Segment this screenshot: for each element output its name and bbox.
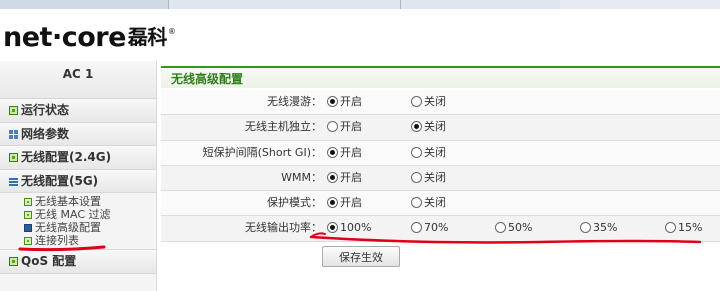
protection-on-option[interactable]: 开启 bbox=[327, 191, 362, 215]
radio-button[interactable] bbox=[665, 222, 676, 234]
sidebar-title: AC 1 bbox=[0, 61, 156, 99]
tx-power-70-option[interactable]: 70% bbox=[411, 216, 448, 240]
radio-button[interactable] bbox=[327, 222, 338, 234]
radio-button[interactable] bbox=[411, 197, 422, 209]
radio-button[interactable] bbox=[327, 171, 338, 183]
option-label: 开启 bbox=[340, 170, 362, 184]
main-panel: 无线高级配置 无线漫游： 开启 关闭 无线主机独立： 开启 关闭 短保护间隔(S… bbox=[161, 66, 720, 291]
panel-title: 无线高级配置 bbox=[161, 66, 720, 88]
short-gi-off-option[interactable]: 关闭 bbox=[411, 141, 446, 165]
netcore-logo: net·core 磊科® bbox=[3, 22, 176, 59]
header: net·core 磊科® bbox=[0, 9, 720, 61]
radio-button[interactable] bbox=[327, 197, 338, 209]
radio-button[interactable] bbox=[411, 96, 422, 107]
roaming-off-option[interactable]: 关闭 bbox=[411, 90, 446, 114]
sidebar-subitem-basic[interactable]: 无线基本设置 bbox=[0, 195, 156, 208]
radio-button[interactable] bbox=[495, 222, 506, 234]
option-label: 100% bbox=[340, 221, 372, 235]
green-square-icon bbox=[9, 153, 18, 162]
sidebar-item-label: QoS 配置 bbox=[21, 254, 77, 268]
option-label: 开启 bbox=[340, 95, 362, 108]
option-label: 关闭 bbox=[424, 95, 446, 108]
radio-button[interactable] bbox=[411, 171, 422, 183]
short-gi-on-option[interactable]: 开启 bbox=[327, 141, 362, 165]
option-label: 开启 bbox=[340, 196, 362, 210]
radio-button[interactable] bbox=[411, 222, 422, 234]
radio-button[interactable] bbox=[327, 121, 338, 133]
setting-label: 无线输出功率： bbox=[245, 221, 322, 235]
setting-row-tx-power: 无线输出功率： 100% 70% 50% 35% 15% bbox=[161, 216, 720, 242]
tx-power-15-option[interactable]: 15% bbox=[665, 216, 702, 240]
setting-row-ap-isolation: 无线主机独立： 开启 关闭 bbox=[161, 115, 720, 141]
roaming-on-option[interactable]: 开启 bbox=[327, 90, 362, 114]
active-square-icon bbox=[24, 224, 32, 232]
radio-button[interactable] bbox=[580, 222, 591, 234]
option-label: 开启 bbox=[340, 145, 362, 159]
sidebar-item-label: 无线配置(5G) bbox=[21, 173, 99, 188]
green-square-icon bbox=[24, 211, 32, 219]
sidebar-item-wireless-24g[interactable]: 无线配置(2.4G) bbox=[0, 146, 156, 170]
button-row: 保存生效 bbox=[161, 244, 720, 269]
radio-button[interactable] bbox=[327, 146, 338, 158]
option-label: 关闭 bbox=[424, 120, 446, 134]
sidebar-submenu: 无线基本设置 无线 MAC 过滤 无线高级配置 连接列表 bbox=[0, 193, 156, 250]
sidebar-item-label: 无线配置(2.4G) bbox=[21, 150, 112, 164]
setting-label: 短保护间隔(Short GI)： bbox=[202, 145, 322, 159]
option-label: 50% bbox=[508, 221, 533, 235]
radio-button[interactable] bbox=[327, 96, 338, 107]
wmm-on-option[interactable]: 开启 bbox=[327, 166, 362, 190]
grid-icon bbox=[9, 129, 18, 139]
sidebar-subitem-mac-filter[interactable]: 无线 MAC 过滤 bbox=[0, 208, 156, 221]
sidebar-item-label: 网络参数 bbox=[21, 126, 70, 141]
sidebar-item-status[interactable]: 运行状态 bbox=[0, 99, 156, 123]
logo-cn: 磊科 bbox=[127, 25, 168, 49]
sidebar-subitem-advanced[interactable]: 无线高级配置 bbox=[0, 221, 156, 234]
logo-text: net·core bbox=[3, 22, 126, 53]
top-strip bbox=[0, 0, 720, 9]
tx-power-50-option[interactable]: 50% bbox=[495, 216, 532, 240]
setting-row-protection: 保护模式： 开启 关闭 bbox=[161, 191, 720, 217]
setting-row-short-gi: 短保护间隔(Short GI)： 开启 关闭 bbox=[161, 140, 720, 166]
isolation-on-option[interactable]: 开启 bbox=[327, 115, 362, 139]
advanced-settings-form: 无线漫游： 开启 关闭 无线主机独立： 开启 关闭 短保护间隔(Short GI… bbox=[161, 90, 720, 242]
sidebar-subitem-connections[interactable]: 连接列表 bbox=[0, 234, 156, 247]
setting-label: 保护模式： bbox=[267, 196, 322, 210]
setting-label: 无线主机独立： bbox=[245, 120, 322, 134]
option-label: 开启 bbox=[340, 120, 362, 134]
tx-power-100-option[interactable]: 100% bbox=[327, 216, 371, 240]
wmm-off-option[interactable]: 关闭 bbox=[411, 166, 446, 190]
option-label: 关闭 bbox=[424, 170, 446, 184]
option-label: 70% bbox=[424, 221, 449, 235]
sidebar-item-label: 运行状态 bbox=[21, 103, 70, 117]
setting-row-wmm: WMM： 开启 关闭 bbox=[161, 165, 720, 192]
sidebar-subitem-label: 无线基本设置 bbox=[35, 195, 101, 208]
logo-registered-mark: ® bbox=[167, 27, 176, 36]
green-square-icon bbox=[24, 198, 32, 206]
sidebar-item-network[interactable]: 网络参数 bbox=[0, 122, 156, 146]
option-label: 15% bbox=[678, 221, 703, 235]
green-square-icon bbox=[9, 257, 18, 266]
sidebar: AC 1 运行状态 网络参数 无线配置(2.4G) 无线配置(5G) 无线基本设… bbox=[0, 61, 157, 291]
green-square-icon bbox=[24, 237, 32, 245]
sidebar-item-qos[interactable]: QoS 配置 bbox=[0, 250, 156, 274]
option-label: 关闭 bbox=[424, 196, 446, 210]
save-apply-button[interactable]: 保存生效 bbox=[322, 246, 400, 267]
tx-power-35-option[interactable]: 35% bbox=[580, 216, 617, 240]
radio-button[interactable] bbox=[411, 146, 422, 158]
setting-label: 无线漫游： bbox=[267, 95, 322, 108]
radio-button[interactable] bbox=[411, 121, 422, 133]
sidebar-subitem-label: 无线 MAC 过滤 bbox=[35, 208, 111, 221]
green-square-icon bbox=[9, 106, 18, 115]
sidebar-item-wireless-5g[interactable]: 无线配置(5G) bbox=[0, 169, 156, 193]
protection-off-option[interactable]: 关闭 bbox=[411, 191, 446, 215]
lines-icon bbox=[9, 176, 18, 186]
setting-row-roaming: 无线漫游： 开启 关闭 bbox=[161, 90, 720, 116]
option-label: 35% bbox=[593, 221, 618, 235]
isolation-off-option[interactable]: 关闭 bbox=[411, 115, 446, 139]
sidebar-subitem-label: 无线高级配置 bbox=[35, 221, 101, 234]
option-label: 关闭 bbox=[424, 145, 446, 159]
setting-label: WMM： bbox=[281, 170, 322, 184]
sidebar-subitem-label: 连接列表 bbox=[35, 234, 79, 247]
